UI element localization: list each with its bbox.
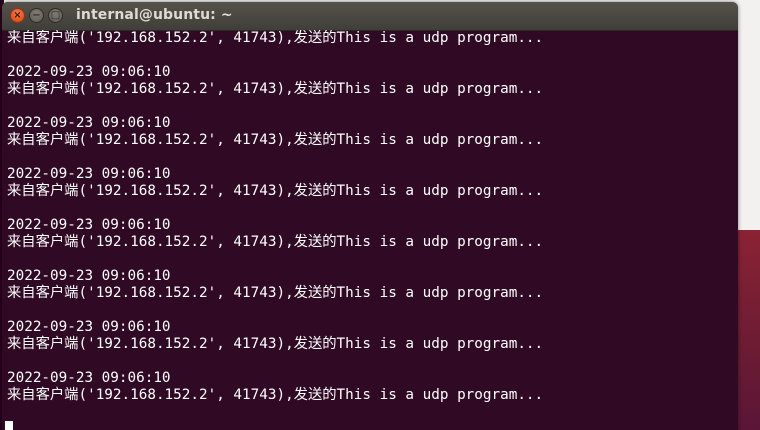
desktop: × − □ internal@ubuntu: ~ 来自客户端('192.168.…	[0, 0, 760, 430]
terminal-output[interactable]: 来自客户端('192.168.152.2', 41743),发送的This is…	[7, 30, 735, 430]
close-button[interactable]: ×	[10, 8, 25, 23]
terminal-entry: 2022-09-23 09:06:10 来自客户端('192.168.152.2'…	[7, 319, 735, 370]
terminal-entry: 2022-09-23 09:06:10 来自客户端('192.168.152.2'…	[7, 217, 735, 268]
terminal-entry: 2022-09-23 09:06:10 来自客户端('192.168.152.2'…	[7, 370, 735, 421]
terminal-line-message: 来自客户端('192.168.152.2', 41743),发送的This is…	[7, 30, 544, 46]
terminal-line-message: 来自客户端('192.168.152.2', 41743),发送的This is…	[7, 81, 544, 97]
terminal-line-message: 来自客户端('192.168.152.2', 41743),发送的This is…	[7, 183, 544, 199]
terminal-entries: 2022-09-23 09:06:10 来自客户端('192.168.152.2'…	[7, 64, 735, 421]
terminal-line-timestamp: 2022-09-23 09:06:10	[7, 115, 171, 131]
minimize-button[interactable]: −	[29, 8, 44, 23]
maximize-icon: □	[50, 9, 61, 21]
terminal-line-timestamp: 2022-09-23 09:06:10	[7, 217, 171, 233]
terminal-line-timestamp: 2022-09-23 09:06:10	[7, 64, 171, 80]
terminal-line-timestamp: 2022-09-23 09:06:10	[7, 268, 171, 284]
terminal-line-message: 来自客户端('192.168.152.2', 41743),发送的This is…	[7, 234, 544, 250]
minimize-icon: −	[32, 9, 41, 21]
terminal-entry: 2022-09-23 09:06:10 来自客户端('192.168.152.2'…	[7, 268, 735, 319]
terminal-window[interactable]: × − □ internal@ubuntu: ~ 来自客户端('192.168.…	[2, 2, 738, 430]
window-title: internal@ubuntu: ~	[76, 7, 233, 23]
terminal-line-message: 来自客户端('192.168.152.2', 41743),发送的This is…	[7, 132, 544, 148]
terminal-cursor	[5, 421, 13, 430]
terminal-entry: 2022-09-23 09:06:10 来自客户端('192.168.152.2'…	[7, 166, 735, 217]
terminal-entry: 2022-09-23 09:06:10 来自客户端('192.168.152.2'…	[7, 115, 735, 166]
terminal-entry: 2022-09-23 09:06:10 来自客户端('192.168.152.2'…	[7, 64, 735, 115]
terminal-line-message: 来自客户端('192.168.152.2', 41743),发送的This is…	[7, 285, 544, 301]
terminal-line-timestamp: 2022-09-23 09:06:10	[7, 166, 171, 182]
close-icon: ×	[13, 9, 22, 21]
title-bar[interactable]: × − □ internal@ubuntu: ~	[2, 2, 738, 31]
maximize-button[interactable]: □	[48, 8, 63, 23]
terminal-line-message: 来自客户端('192.168.152.2', 41743),发送的This is…	[7, 336, 544, 352]
terminal-line-message: 来自客户端('192.168.152.2', 41743),发送的This is…	[7, 387, 544, 403]
terminal-line-timestamp: 2022-09-23 09:06:10	[7, 319, 171, 335]
terminal-line-timestamp: 2022-09-23 09:06:10	[7, 370, 171, 386]
